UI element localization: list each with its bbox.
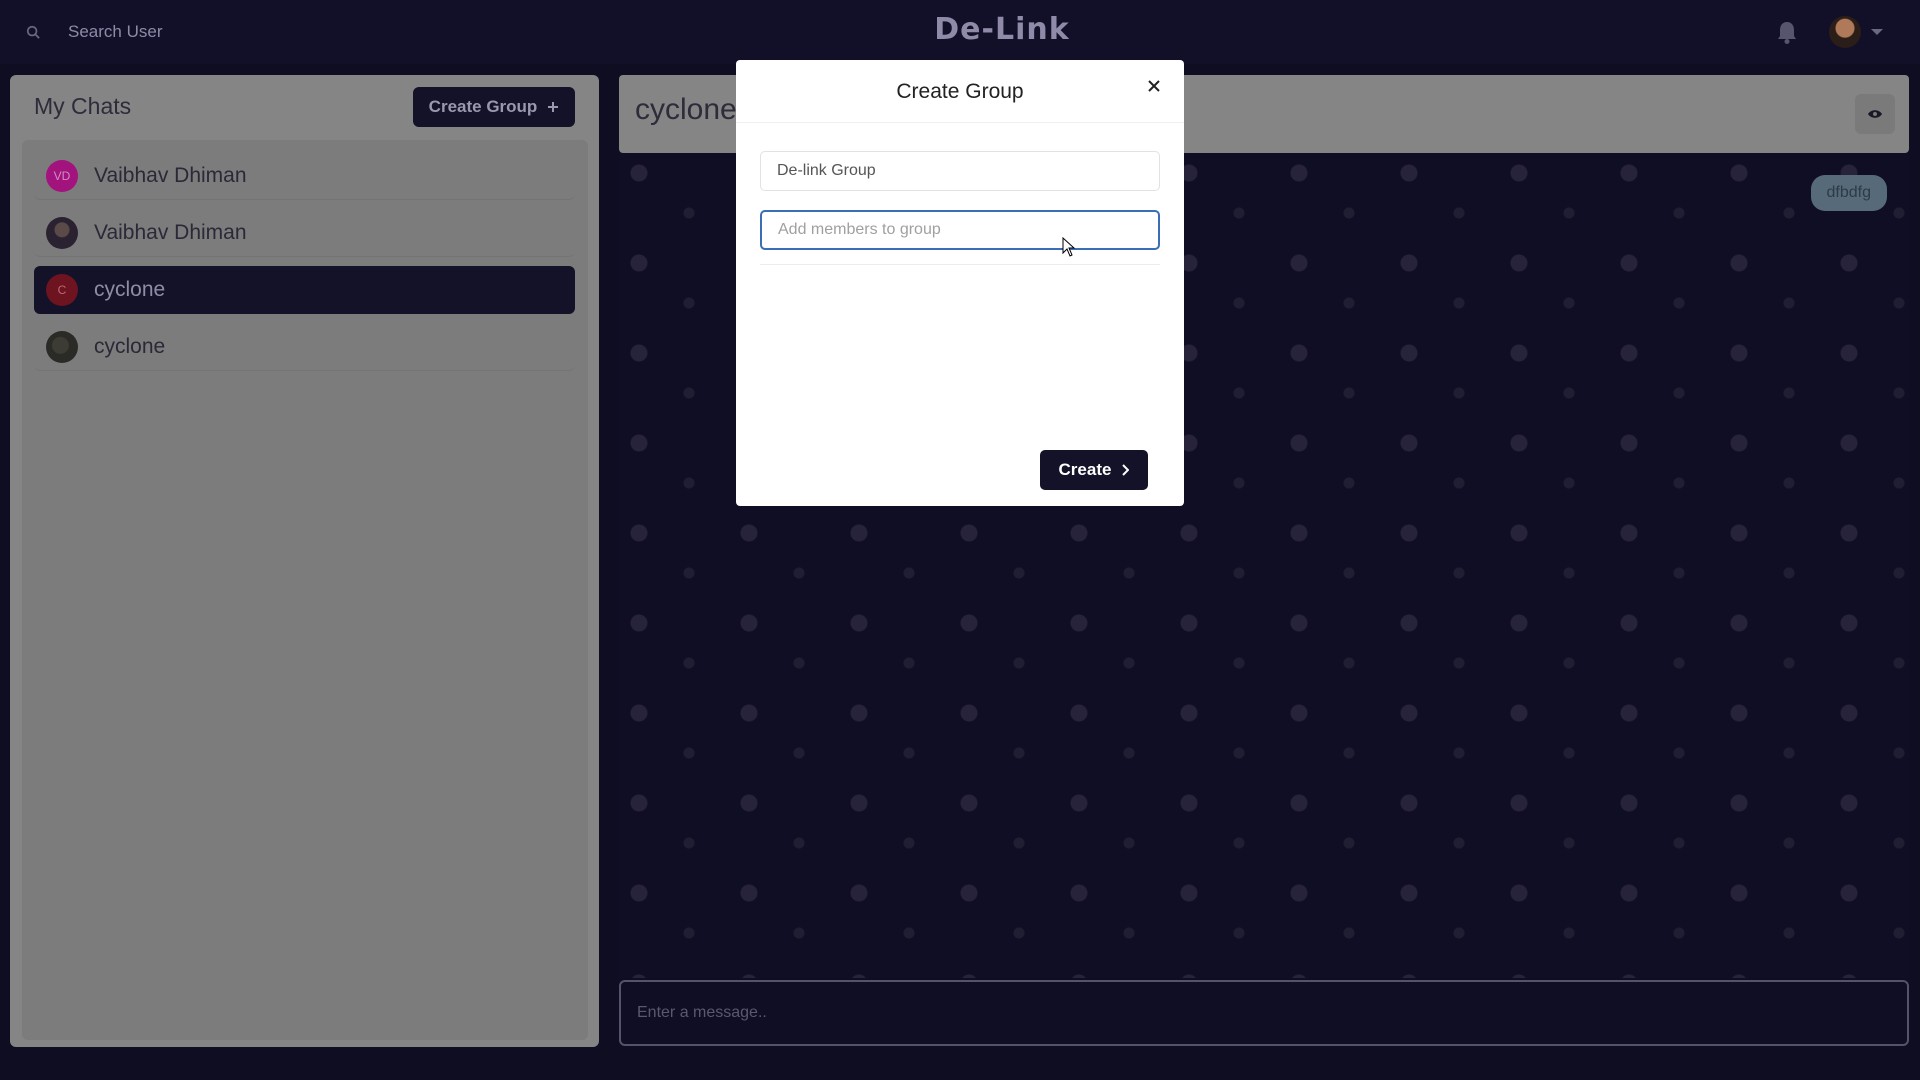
chat-list-item[interactable]: Vaibhav Dhiman [34,209,575,257]
create-group-label: Create Group [428,97,538,116]
mouse-cursor-icon [1062,237,1076,257]
eye-icon [1868,110,1882,118]
message-bubble: dfbdfg [1810,175,1887,211]
avatar: C [46,274,78,306]
create-group-button[interactable]: Create Group [413,87,575,127]
create-group-modal: Create Group Create [736,60,1184,506]
my-chats-panel: My Chats Create Group VD Vaibhav Dhiman … [10,75,599,1047]
chat-list-item[interactable]: VD Vaibhav Dhiman [34,152,575,200]
chat-name: Vaibhav Dhiman [94,220,247,244]
top-bar: Search User De-Link [0,0,1920,64]
avatar [46,330,78,363]
group-name-input[interactable] [760,151,1160,191]
my-chats-title: My Chats [34,93,132,119]
chat-name: Vaibhav Dhiman [94,163,247,187]
close-icon [1148,80,1160,92]
chat-list-item[interactable]: cyclone [34,323,575,371]
modal-title: Create Group [896,80,1024,103]
chevron-down-icon [1871,29,1883,35]
avatar [46,216,78,249]
chat-title: cyclone [635,93,737,126]
profile-menu-button[interactable] [1829,16,1883,48]
view-profile-button[interactable] [1855,94,1895,134]
field-divider [760,264,1160,265]
brand-title: De-Link [934,12,1070,47]
close-button[interactable] [1142,74,1166,98]
chat-name: cyclone [94,334,166,358]
chat-list: VD Vaibhav Dhiman Vaibhav Dhiman C cyclo… [22,140,588,1040]
avatar: VD [46,159,78,192]
chat-name: cyclone [94,278,166,301]
message-input[interactable] [619,980,1909,1046]
create-button[interactable]: Create [1040,450,1148,490]
modal-divider [736,122,1184,123]
chat-list-item[interactable]: C cyclone [34,266,575,314]
bell-icon[interactable] [1776,20,1798,44]
create-label: Create [1058,460,1112,479]
avatar [1829,16,1861,48]
plus-icon [548,102,559,112]
add-members-input[interactable] [760,210,1160,250]
chevron-right-icon [1122,464,1130,476]
